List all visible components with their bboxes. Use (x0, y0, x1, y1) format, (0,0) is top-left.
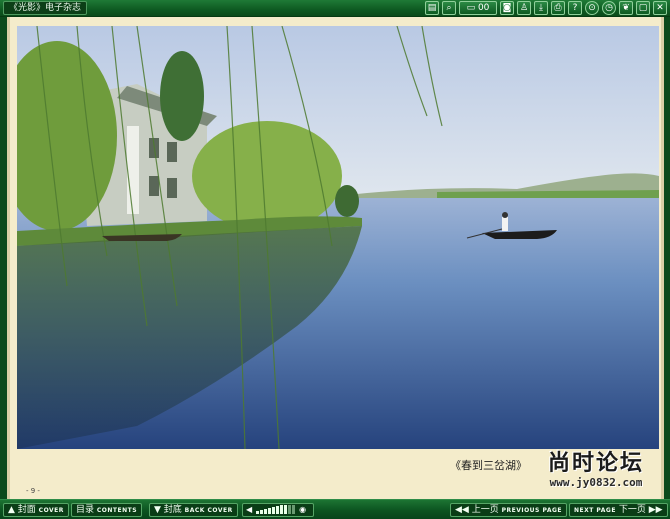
window-icon[interactable]: ▢ (636, 1, 650, 15)
download-icon[interactable]: ⤓ (534, 1, 548, 15)
user-icon[interactable]: ♙ (517, 1, 531, 15)
photo-caption: 《春到三岔湖》 (450, 459, 527, 472)
volume-bar (272, 507, 276, 514)
toolbar: ▤ ⌕ ▭ 00 ◙ ♙ ⤓ ⎙ ? ⊙ ◷ ❦ ▢ ✕ (425, 1, 667, 16)
comment-icon[interactable]: ◙ (500, 1, 514, 15)
back-cover-button-en: BACK COVER (184, 507, 233, 514)
volume-bar (284, 505, 288, 514)
close-icon[interactable]: ✕ (653, 1, 667, 15)
settings-icon[interactable]: ⊙ (585, 1, 599, 15)
volume-bar-empty (288, 505, 292, 514)
back-cover-button[interactable]: ▼ 封底 BACK COVER (149, 503, 238, 517)
previous-page-en: PREVIOUS PAGE (501, 507, 562, 514)
watermark-url: www.jy0832.com (549, 476, 643, 489)
watermark-title: 尚时论坛 (547, 451, 644, 476)
volume-bar (280, 505, 284, 514)
lake-photo-art (17, 26, 659, 449)
volume-bar-empty (292, 505, 296, 514)
page-jump-icon[interactable]: ▭ 00 (459, 1, 497, 15)
help-icon[interactable]: ? (568, 1, 582, 15)
contents-button-label: 目录 (76, 505, 95, 515)
cover-button[interactable]: ▲ 封面 COVER (3, 503, 69, 517)
volume-on-icon: ◉ (299, 505, 307, 514)
volume-bar (256, 511, 260, 514)
bottom-bar: ▲ 封面 COVER 目录 CONTENTS ▼ 封底 BACK COVER ◀… (0, 499, 670, 519)
volume-bar (268, 508, 272, 514)
volume-bar (276, 506, 280, 514)
volume-bar (264, 509, 268, 514)
previous-page-button[interactable]: ◀◀ 上一页 PREVIOUS PAGE (450, 503, 567, 517)
cover-button-label: ▲ 封面 (8, 505, 36, 515)
back-cover-button-label: ▼ 封底 (154, 505, 182, 515)
forum-watermark: 尚时论坛 www.jy0832.com (528, 451, 664, 489)
magazine-page: 《春到三岔湖》 - 9 - 尚时论坛 www.jy0832.com (7, 17, 664, 499)
zoom-icon[interactable]: ⌕ (442, 1, 456, 15)
contents-button[interactable]: 目录 CONTENTS (71, 503, 143, 517)
lake-photo (17, 26, 659, 449)
volume-slider[interactable]: ◀ ◉ (242, 503, 314, 517)
next-page-en: NEXT PAGE (574, 507, 616, 514)
contents-button-en: CONTENTS (96, 507, 138, 514)
speaker-icon: ◀ (246, 505, 253, 514)
next-page-button[interactable]: NEXT PAGE 下一页 ▶▶ (569, 503, 668, 517)
next-page-label: 下一页 ▶▶ (618, 505, 663, 515)
clock-icon[interactable]: ◷ (602, 1, 616, 15)
top-bar: 《光影》电子杂志 ▤ ⌕ ▭ 00 ◙ ♙ ⤓ ⎙ ? ⊙ ◷ ❦ ▢ ✕ (0, 0, 670, 17)
leaf-icon[interactable]: ❦ (619, 1, 633, 15)
app-title: 《光影》电子杂志 (3, 1, 88, 15)
page-list-icon[interactable]: ▤ (425, 1, 439, 15)
page-number: - 9 - (26, 487, 40, 495)
volume-bar (260, 510, 264, 514)
cover-button-en: COVER (38, 507, 64, 514)
previous-page-label: ◀◀ 上一页 (455, 505, 499, 515)
print-icon[interactable]: ⎙ (551, 1, 565, 15)
